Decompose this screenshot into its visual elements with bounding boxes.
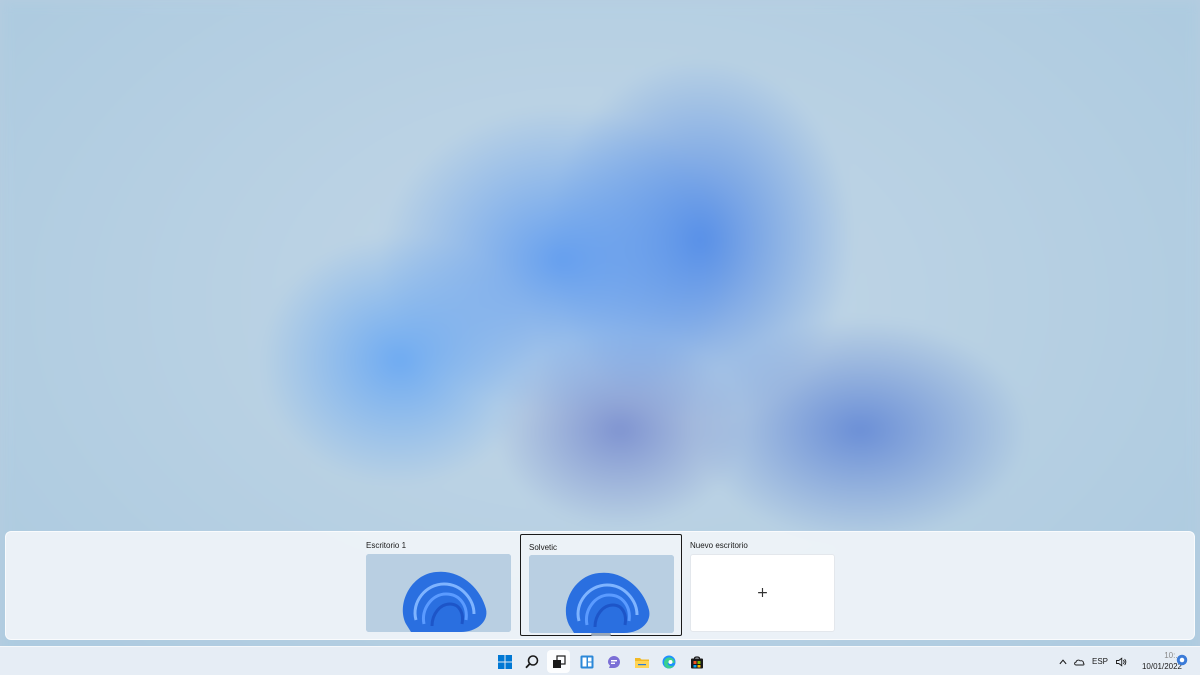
widgets-icon bbox=[580, 655, 593, 668]
teams-chat-icon bbox=[607, 655, 620, 668]
task-view-icon bbox=[552, 654, 566, 668]
volume-icon bbox=[1116, 656, 1127, 667]
widgets-button[interactable] bbox=[575, 650, 598, 673]
virtual-desktops-strip: Escritorio 1 Solvetic Nuevo escritorio + bbox=[5, 531, 1195, 640]
language-label: ESP bbox=[1092, 657, 1109, 666]
desktop-label: Escritorio 1 bbox=[366, 541, 407, 550]
clock[interactable]: 10:... 10/01/2022 bbox=[1132, 650, 1182, 672]
show-hidden-icons-button[interactable] bbox=[1056, 650, 1070, 673]
plus-icon: + bbox=[756, 585, 769, 601]
new-desktop-button[interactable]: + bbox=[690, 554, 835, 632]
clock-time: 10:... bbox=[1164, 651, 1182, 660]
edge-button[interactable] bbox=[657, 650, 680, 673]
clock-date: 10/01/2022 bbox=[1141, 662, 1182, 671]
taskbar: ESP 10:... 10/01/2022 bbox=[0, 646, 1200, 675]
new-desktop-card[interactable]: Nuevo escritorio + bbox=[682, 532, 842, 641]
chevron-up-icon bbox=[1059, 658, 1067, 664]
volume-button[interactable] bbox=[1113, 650, 1129, 673]
active-desktop-indicator bbox=[591, 633, 611, 636]
file-explorer-icon bbox=[634, 657, 649, 668]
desktop-thumbnail[interactable] bbox=[366, 554, 511, 632]
desktop-label: Solvetic bbox=[529, 543, 558, 552]
desktop-card-escritorio-1[interactable]: Escritorio 1 bbox=[358, 532, 518, 641]
windows-start-icon bbox=[497, 654, 512, 669]
task-view-button[interactable] bbox=[547, 650, 570, 673]
onedrive-button[interactable] bbox=[1071, 650, 1087, 673]
bloom-wallpaper-image bbox=[529, 555, 674, 633]
desktop-card-solvetic[interactable]: Solvetic bbox=[520, 534, 682, 636]
notification-badge-icon bbox=[1176, 654, 1188, 666]
input-language-indicator[interactable]: ESP bbox=[1092, 647, 1108, 675]
new-desktop-label: Nuevo escritorio bbox=[690, 541, 748, 550]
bloom-wallpaper-image bbox=[366, 554, 511, 632]
file-explorer-button[interactable] bbox=[630, 650, 653, 673]
notifications-button[interactable] bbox=[1176, 654, 1188, 666]
desktop-thumbnail[interactable] bbox=[529, 555, 674, 633]
store-icon bbox=[690, 655, 703, 668]
cloud-icon bbox=[1074, 659, 1085, 665]
store-button[interactable] bbox=[685, 650, 708, 673]
search-button[interactable] bbox=[520, 650, 543, 673]
edge-icon bbox=[662, 655, 675, 668]
start-button[interactable] bbox=[493, 650, 516, 673]
search-icon bbox=[524, 654, 538, 668]
teams-chat-button[interactable] bbox=[602, 650, 625, 673]
